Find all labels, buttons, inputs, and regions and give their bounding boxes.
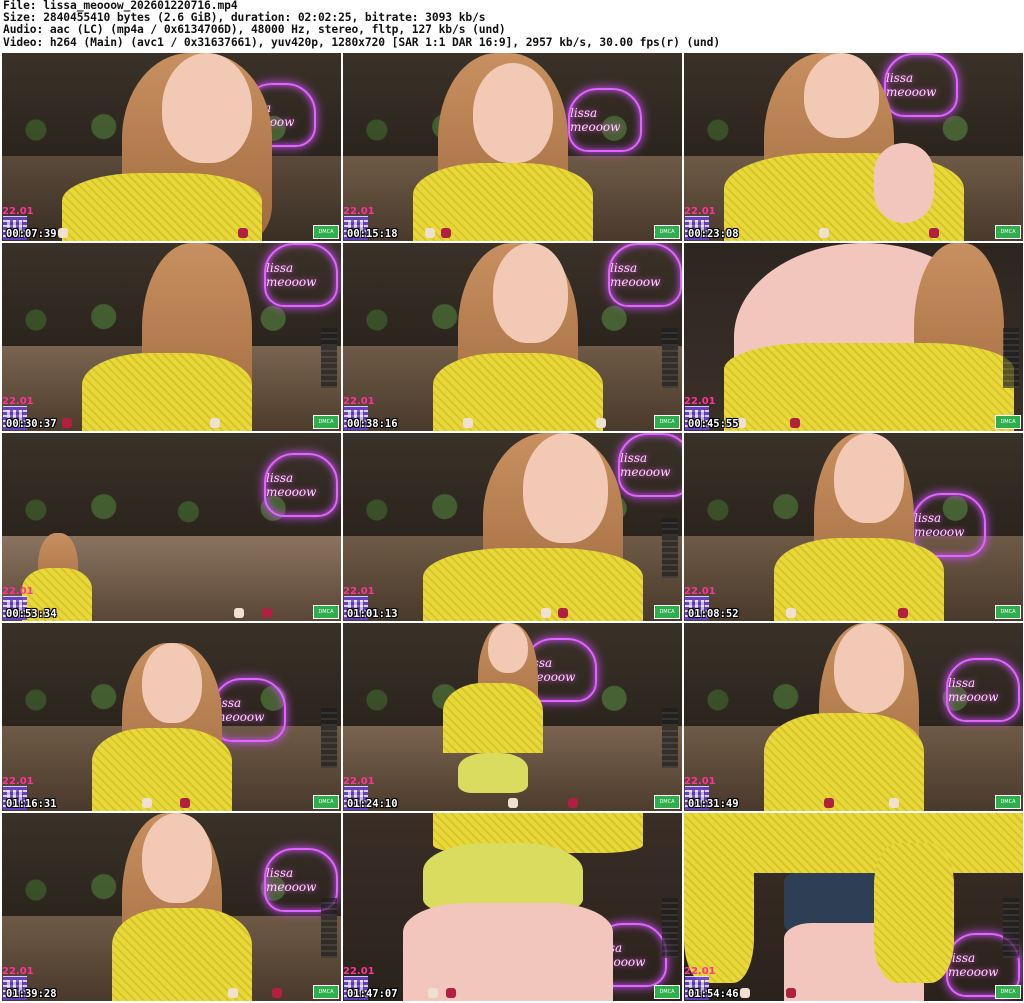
stream-panel [662,517,678,578]
dmca-badge: DMCA [313,415,339,429]
thumbnail[interactable]: 22.01 DMCA 00:45:55 [684,243,1023,431]
timestamp: 01:16:31 [6,798,57,810]
thumbnail[interactable]: lissa meooow 22.01 DMCA 01:47:07 [343,813,682,1001]
timestamp: 00:07:39 [6,228,57,240]
neon-sign: lissa meooow [264,453,338,517]
stream-panel [662,897,678,958]
dmca-badge: DMCA [995,605,1021,619]
thumbnail[interactable]: lissa meooow 22.01 DMCA 01:01:13 [343,433,682,621]
dmca-badge: DMCA [995,225,1021,239]
dmca-badge: DMCA [313,795,339,809]
timestamp: 00:15:18 [347,228,398,240]
dmca-badge: DMCA [654,985,680,999]
thumbnail[interactable]: lissa meooow 22.01 DMCA 01:54:46 [684,813,1023,1001]
timestamp: 01:54:46 [688,988,739,1000]
timestamp: 00:53:34 [6,608,57,620]
neon-sign: lissa meooow [212,678,286,742]
dmca-badge: DMCA [995,415,1021,429]
dmca-badge: DMCA [654,605,680,619]
stream-panel [321,707,337,768]
timestamp: 01:39:28 [6,988,57,1000]
thumbnail[interactable]: lissa meooow 22.01 DMCA 00:30:37 [2,243,341,431]
dmca-badge: DMCA [654,795,680,809]
thumbnail[interactable]: lissa meooow 22.01 DMCA 00:15:18 [343,53,682,241]
thumbnail[interactable]: lissa meooow 22.01 DMCA 01:08:52 [684,433,1023,621]
timestamp: 00:30:37 [6,418,57,430]
stream-panel [321,327,337,388]
thumbnail[interactable]: lissa meooow 22.01 DMCA 01:39:28 [2,813,341,1001]
thumbnail-grid: lissa meooow 22.01 DMCA 00:07:39 lissa m… [2,53,1023,1001]
dmca-badge: DMCA [654,225,680,239]
dmca-badge: DMCA [313,605,339,619]
stream-panel [321,897,337,958]
neon-sign: lissa meooow [608,243,682,307]
video-line: Video: h264 (Main) (avc1 / 0x31637661), … [3,35,721,49]
thumbnail[interactable]: lissa meooow 22.01 DMCA 00:07:39 [2,53,341,241]
stream-panel [1003,327,1019,388]
thumbnail[interactable]: lissa meooow 22.01 DMCA 00:38:16 [343,243,682,431]
neon-sign: lissa meooow [946,658,1020,722]
stream-panel [1003,897,1019,958]
thumbnail[interactable]: lissa meooow 22.01 DMCA 01:24:10 [343,623,682,811]
thumbnail[interactable]: lissa meooow 22.01 DMCA 01:31:49 [684,623,1023,811]
timestamp: 00:23:08 [688,228,739,240]
thumbnail[interactable]: lissa meooow 22.01 DMCA 01:16:31 [2,623,341,811]
timestamp: 01:01:13 [347,608,398,620]
timestamp: 01:31:49 [688,798,739,810]
stream-panel [662,707,678,768]
neon-sign: lissa meooow [264,243,338,307]
dmca-badge: DMCA [313,225,339,239]
timestamp: 00:45:55 [688,418,739,430]
timestamp: 01:47:07 [347,988,398,1000]
thumbnail[interactable]: lissa meooow 22.01 DMCA 00:23:08 [684,53,1023,241]
timestamp: 01:08:52 [688,608,739,620]
dmca-badge: DMCA [995,795,1021,809]
neon-sign: lissa meooow [884,53,958,117]
timestamp: 00:38:16 [347,418,398,430]
stream-panel [662,327,678,388]
audio-line: Audio: aac (LC) (mp4a / 0x6134706D), 480… [3,23,506,37]
neon-sign: lissa meooow [618,433,682,497]
dmca-badge: DMCA [313,985,339,999]
neon-sign: lissa meooow [568,88,642,152]
timestamp: 01:24:10 [347,798,398,810]
dmca-badge: DMCA [654,415,680,429]
thumbnail[interactable]: lissa meooow 22.01 DMCA 00:53:34 [2,433,341,621]
file-info-header: File: lissa_meooow_202601220716.mp4 Size… [3,0,1021,53]
dmca-badge: DMCA [995,985,1021,999]
